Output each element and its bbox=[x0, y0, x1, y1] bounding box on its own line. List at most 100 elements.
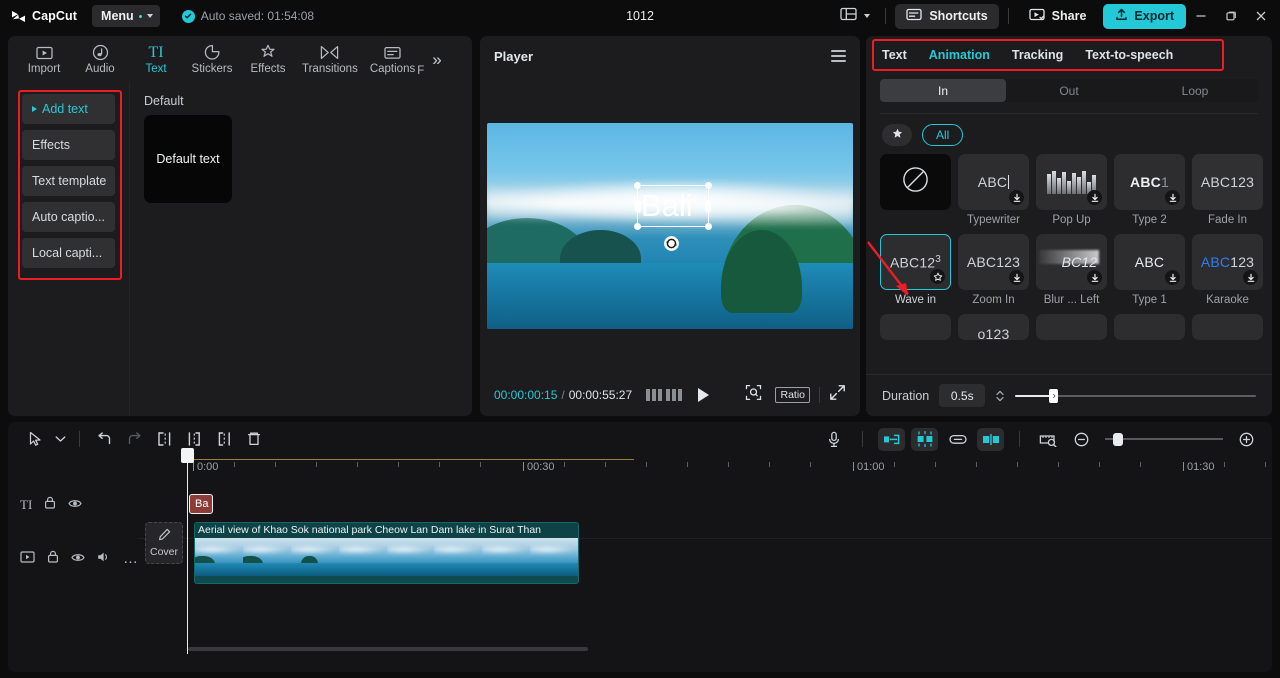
zoom-out-icon[interactable] bbox=[1068, 428, 1095, 451]
animation-thumb[interactable]: ABC bbox=[958, 154, 1029, 210]
download-icon[interactable] bbox=[1009, 190, 1024, 205]
animation-item-type-1[interactable]: ABC Type 1 bbox=[1114, 234, 1185, 306]
fit-screen-icon[interactable] bbox=[745, 384, 762, 406]
sidebar-item-text-template[interactable]: Text template bbox=[22, 166, 115, 196]
volume-icon[interactable] bbox=[97, 550, 111, 568]
animation-item-typewriter[interactable]: ABC Typewriter bbox=[958, 154, 1029, 226]
mirror-icon[interactable] bbox=[977, 427, 1004, 451]
animation-item-wave-in[interactable]: ABC123 Wave in bbox=[880, 234, 951, 306]
animation-thumb[interactable] bbox=[1114, 314, 1185, 340]
filter-all-button[interactable]: All bbox=[922, 124, 964, 146]
resize-handle[interactable] bbox=[705, 200, 711, 213]
maximize-button[interactable] bbox=[1216, 0, 1246, 32]
animation-item-partial[interactable] bbox=[1036, 314, 1107, 340]
trash-icon[interactable] bbox=[239, 426, 269, 452]
trim-right-icon[interactable] bbox=[209, 426, 239, 452]
star-badge-icon[interactable] bbox=[930, 269, 945, 284]
download-icon[interactable] bbox=[1165, 270, 1180, 285]
playhead-handle[interactable] bbox=[181, 448, 194, 463]
download-icon[interactable] bbox=[1243, 270, 1258, 285]
animation-thumb[interactable] bbox=[1036, 154, 1107, 210]
animation-item-fade-in[interactable]: ABC123 Fade In bbox=[1192, 154, 1263, 226]
animation-item-pop-up[interactable]: Pop Up bbox=[1036, 154, 1107, 226]
animation-thumb[interactable] bbox=[880, 314, 951, 340]
duration-value[interactable]: 0.5s bbox=[939, 384, 986, 407]
segment-loop[interactable]: Loop bbox=[1132, 79, 1258, 102]
tab-transitions[interactable]: Transitions bbox=[296, 41, 364, 77]
sidebar-item-add-text[interactable]: Add text bbox=[22, 94, 115, 124]
close-button[interactable] bbox=[1246, 0, 1276, 32]
animation-thumb[interactable]: ABC123 bbox=[1192, 234, 1263, 290]
eye-icon[interactable] bbox=[68, 496, 82, 514]
animation-thumb[interactable]: ABC123 bbox=[958, 234, 1029, 290]
tab-text-to-speech[interactable]: Text-to-speech bbox=[1085, 48, 1173, 62]
animation-thumb[interactable]: ABC123 bbox=[880, 234, 951, 290]
animation-thumb[interactable]: BC12 bbox=[1036, 234, 1107, 290]
auto-cut-icon[interactable] bbox=[878, 427, 905, 451]
animation-thumb[interactable] bbox=[1192, 314, 1263, 340]
timeline-zoom-slider[interactable] bbox=[1105, 432, 1223, 446]
layout-button[interactable] bbox=[834, 3, 876, 30]
frames-icon[interactable] bbox=[646, 389, 683, 401]
tab-stickers[interactable]: Stickers bbox=[184, 41, 240, 77]
animation-thumb[interactable] bbox=[1036, 314, 1107, 340]
resize-handle[interactable] bbox=[705, 182, 712, 189]
resize-handle[interactable] bbox=[634, 182, 641, 189]
split-icon[interactable] bbox=[149, 426, 179, 452]
rotate-handle-icon[interactable] bbox=[663, 235, 680, 252]
ratio-button[interactable]: Ratio bbox=[775, 387, 810, 403]
resize-handle[interactable] bbox=[705, 223, 712, 230]
playhead[interactable] bbox=[181, 448, 194, 654]
more-icon[interactable]: … bbox=[123, 551, 138, 566]
text-clip[interactable]: Ba bbox=[189, 494, 213, 514]
sidebar-item-auto-captions[interactable]: Auto captio... bbox=[22, 202, 115, 232]
download-icon[interactable] bbox=[1165, 190, 1180, 205]
sidebar-item-effects[interactable]: Effects bbox=[22, 130, 115, 160]
shortcuts-button[interactable]: Shortcuts bbox=[895, 3, 999, 29]
tab-effects[interactable]: Effects bbox=[240, 41, 296, 77]
tab-captions[interactable]: Captions bbox=[364, 41, 421, 77]
video-clip[interactable]: Aerial view of Khao Sok national park Ch… bbox=[194, 522, 579, 584]
stepper-icon[interactable] bbox=[995, 389, 1005, 403]
animation-item-partial[interactable]: o123 bbox=[958, 314, 1029, 340]
link-icon[interactable] bbox=[944, 428, 971, 451]
tab-audio[interactable]: Audio bbox=[72, 41, 128, 77]
sidebar-item-local-captions[interactable]: Local capti... bbox=[22, 238, 115, 268]
timeline-ruler[interactable]: 0:00 00:30 01:00 01:30 02:00 bbox=[138, 456, 1272, 482]
minimize-button[interactable] bbox=[1186, 0, 1216, 32]
segment-in[interactable]: In bbox=[880, 79, 1006, 102]
slider-knob[interactable] bbox=[1049, 388, 1059, 403]
video-preview[interactable]: Bali bbox=[487, 123, 853, 329]
eye-icon[interactable] bbox=[71, 550, 85, 568]
play-icon[interactable] bbox=[698, 388, 710, 402]
resize-handle[interactable] bbox=[634, 223, 641, 230]
tab-import[interactable]: Import bbox=[16, 41, 72, 77]
export-button[interactable]: Export bbox=[1103, 3, 1186, 29]
tab-text[interactable]: Text bbox=[882, 48, 907, 62]
animation-thumb[interactable] bbox=[880, 154, 951, 210]
animation-thumb[interactable]: ABC1 bbox=[1114, 154, 1185, 210]
tab-tracking[interactable]: Tracking bbox=[1012, 48, 1063, 62]
slider-knob[interactable] bbox=[1113, 432, 1123, 446]
overlay-text[interactable]: Bali bbox=[641, 189, 693, 223]
animation-item-type-2[interactable]: ABC1 Type 2 bbox=[1114, 154, 1185, 226]
segment-out[interactable]: Out bbox=[1006, 79, 1132, 102]
hamburger-icon[interactable] bbox=[831, 50, 846, 62]
animation-item-none[interactable] bbox=[880, 154, 951, 226]
tab-text[interactable]: TI Text bbox=[128, 41, 184, 77]
tab-animation[interactable]: Animation bbox=[929, 48, 990, 62]
undo-icon[interactable] bbox=[89, 426, 119, 452]
animation-item-zoom-in[interactable]: ABC123 Zoom In bbox=[958, 234, 1029, 306]
tool-dropdown-chevron-icon[interactable] bbox=[50, 426, 70, 452]
fullscreen-icon[interactable] bbox=[829, 384, 846, 406]
redo-icon[interactable] bbox=[119, 426, 149, 452]
download-icon[interactable] bbox=[1009, 270, 1024, 285]
lock-icon[interactable] bbox=[44, 496, 56, 514]
microphone-icon[interactable] bbox=[820, 428, 847, 451]
zoom-in-icon[interactable] bbox=[1233, 428, 1260, 451]
default-text-preset[interactable]: Default text bbox=[144, 115, 232, 203]
animation-item-blur-left[interactable]: BC12 Blur ... Left bbox=[1036, 234, 1107, 306]
animation-thumb[interactable]: o123 bbox=[958, 314, 1029, 340]
more-tabs-button[interactable]: » bbox=[426, 51, 447, 68]
animation-item-partial[interactable] bbox=[880, 314, 951, 340]
